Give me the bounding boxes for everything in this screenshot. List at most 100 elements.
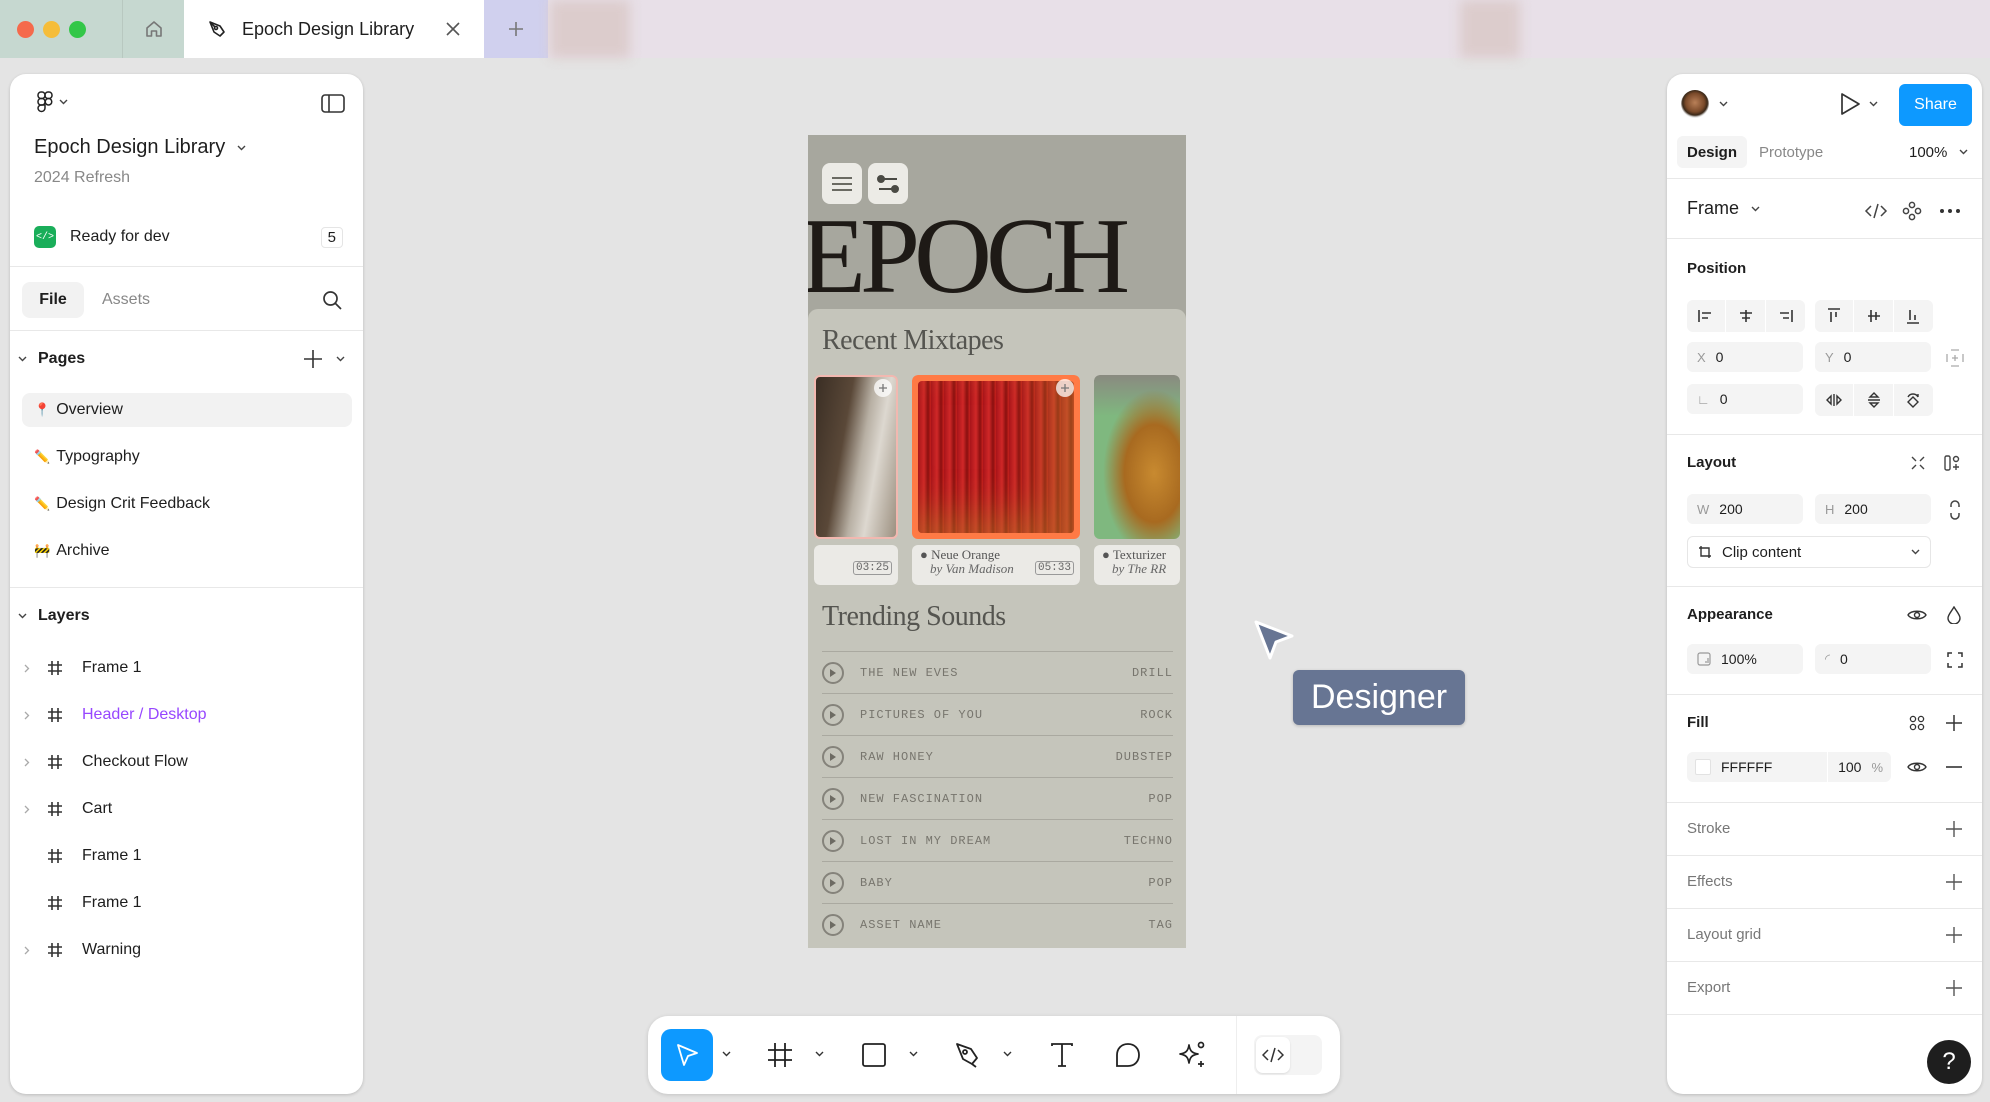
chevron-right-icon[interactable] xyxy=(14,758,40,767)
more-options-icon[interactable] xyxy=(1935,198,1965,224)
share-button[interactable]: Share xyxy=(1899,84,1972,126)
home-tab[interactable] xyxy=(122,0,184,58)
align-vertical-center-icon[interactable] xyxy=(1854,300,1894,332)
layer-item[interactable]: Frame 1 xyxy=(10,885,363,921)
add-icon[interactable] xyxy=(874,379,892,397)
chevron-right-icon[interactable] xyxy=(14,805,40,814)
play-icon[interactable] xyxy=(822,913,844,936)
add-stroke-icon[interactable] xyxy=(1943,818,1965,840)
new-tab-button[interactable] xyxy=(484,0,548,58)
mixtape-card[interactable]: 03:25 xyxy=(814,375,898,585)
main-menu-button[interactable] xyxy=(32,90,72,114)
frame-tool-dropdown[interactable] xyxy=(811,1046,827,1062)
add-page-icon[interactable] xyxy=(302,348,324,370)
user-menu[interactable] xyxy=(1681,90,1728,118)
layer-item[interactable]: Cart xyxy=(10,791,363,827)
align-left-icon[interactable] xyxy=(1687,300,1727,332)
comment-tool-button[interactable] xyxy=(1102,1029,1154,1081)
page-item-overview[interactable]: 📍 Overview xyxy=(22,393,352,427)
remove-fill-icon[interactable] xyxy=(1943,756,1965,778)
component-icon[interactable] xyxy=(1899,198,1925,224)
chevron-down-icon[interactable] xyxy=(336,356,345,362)
present-button[interactable] xyxy=(1839,92,1878,116)
flip-horizontal-icon[interactable] xyxy=(1815,384,1855,416)
corner-radius-field[interactable]: ◜ 0 xyxy=(1815,644,1931,674)
tab-design[interactable]: Design xyxy=(1677,136,1747,168)
add-layout-grid-icon[interactable] xyxy=(1943,924,1965,946)
align-bottom-icon[interactable] xyxy=(1894,300,1933,332)
independent-corners-icon[interactable] xyxy=(1943,648,1967,672)
dev-mode-toggle[interactable] xyxy=(1254,1035,1322,1075)
pen-tool-button[interactable] xyxy=(942,1029,994,1081)
zoom-dropdown[interactable]: 100% xyxy=(1909,136,1968,168)
constrain-proportions-icon[interactable] xyxy=(1943,498,1967,522)
move-tool-dropdown[interactable] xyxy=(718,1046,734,1062)
auto-layout-icon[interactable] xyxy=(1941,452,1963,474)
play-icon[interactable] xyxy=(822,661,844,684)
chevron-right-icon[interactable] xyxy=(14,664,40,673)
shape-tool-dropdown[interactable] xyxy=(905,1046,921,1062)
pages-header[interactable]: Pages xyxy=(10,344,363,374)
layer-item[interactable]: Frame 1 xyxy=(10,650,363,686)
visibility-eye-icon[interactable] xyxy=(1905,604,1929,626)
file-tab[interactable]: Epoch Design Library xyxy=(184,0,484,58)
selection-type-dropdown[interactable]: Frame xyxy=(1687,198,1760,219)
help-button[interactable]: ? xyxy=(1927,1040,1971,1084)
play-icon[interactable] xyxy=(822,871,844,894)
tab-file[interactable]: File xyxy=(22,282,84,318)
y-position-field[interactable]: Y 0 xyxy=(1815,342,1931,372)
styles-grid-icon[interactable] xyxy=(1905,712,1929,734)
track-row[interactable]: RAW HONEY DUBSTEP xyxy=(822,735,1173,777)
track-row[interactable]: ASSET NAME TAG xyxy=(822,903,1173,945)
shape-tool-button[interactable] xyxy=(848,1029,900,1081)
fill-color-field[interactable]: FFFFFF 100 % xyxy=(1687,752,1891,782)
add-effects-icon[interactable] xyxy=(1943,871,1965,893)
flip-vertical-icon[interactable] xyxy=(1854,384,1894,416)
track-row[interactable]: BABY POP xyxy=(822,861,1173,903)
align-horizontal-center-icon[interactable] xyxy=(1726,300,1766,332)
height-field[interactable]: H 200 xyxy=(1815,494,1931,524)
blend-mode-drop-icon[interactable] xyxy=(1943,604,1965,626)
page-item-archive[interactable]: 🚧 Archive xyxy=(22,534,352,568)
layer-item[interactable]: Frame 1 xyxy=(10,838,363,874)
layer-item[interactable]: Checkout Flow xyxy=(10,744,363,780)
frame-tool-button[interactable] xyxy=(754,1029,806,1081)
maximize-window-button[interactable] xyxy=(69,20,86,38)
rotation-field[interactable]: ∟ 0 xyxy=(1687,384,1803,414)
add-icon[interactable] xyxy=(1056,379,1074,397)
code-icon[interactable] xyxy=(1863,198,1889,224)
width-field[interactable]: W 200 xyxy=(1687,494,1803,524)
collapse-icon[interactable] xyxy=(1907,452,1929,474)
chevron-right-icon[interactable] xyxy=(14,946,40,955)
fill-swatch[interactable] xyxy=(1695,759,1711,775)
page-item-design-crit-feedback[interactable]: ✏️ Design Crit Feedback xyxy=(22,487,352,521)
constraints-icon[interactable] xyxy=(1943,346,1967,370)
track-row[interactable]: LOST IN MY DREAM TECHNO xyxy=(822,819,1173,861)
play-icon[interactable] xyxy=(822,787,844,810)
fill-visibility-eye-icon[interactable] xyxy=(1905,756,1929,778)
clip-content-dropdown[interactable]: Clip content xyxy=(1687,536,1931,568)
align-right-icon[interactable] xyxy=(1766,300,1805,332)
minimize-window-button[interactable] xyxy=(43,20,60,38)
mixtape-card[interactable]: ● Texturizer by The RR xyxy=(1094,375,1180,585)
add-fill-icon[interactable] xyxy=(1943,712,1965,734)
close-tab-icon[interactable] xyxy=(444,20,462,38)
close-window-button[interactable] xyxy=(17,20,34,38)
track-row[interactable]: THE NEW EVES DRILL xyxy=(822,651,1173,693)
project-title-button[interactable]: Epoch Design Library xyxy=(34,136,246,159)
align-top-icon[interactable] xyxy=(1815,300,1855,332)
pen-tool-dropdown[interactable] xyxy=(999,1046,1015,1062)
layer-item[interactable]: Header / Desktop xyxy=(10,697,363,733)
chevron-right-icon[interactable] xyxy=(14,711,40,720)
add-export-icon[interactable] xyxy=(1943,977,1965,999)
mixtape-card[interactable]: ● Neue Orange by Van Madison 05:33 xyxy=(912,375,1080,585)
play-icon[interactable] xyxy=(822,745,844,768)
actions-tool-button[interactable] xyxy=(1166,1029,1218,1081)
ready-for-dev-row[interactable]: </> Ready for dev 5 xyxy=(10,222,363,252)
search-button[interactable] xyxy=(318,286,346,314)
tab-prototype[interactable]: Prototype xyxy=(1759,136,1823,168)
x-position-field[interactable]: X 0 xyxy=(1687,342,1803,372)
track-row[interactable]: PICTURES OF YOU ROCK xyxy=(822,693,1173,735)
layers-header[interactable]: Layers xyxy=(10,601,363,631)
opacity-field[interactable]: 100% xyxy=(1687,644,1803,674)
